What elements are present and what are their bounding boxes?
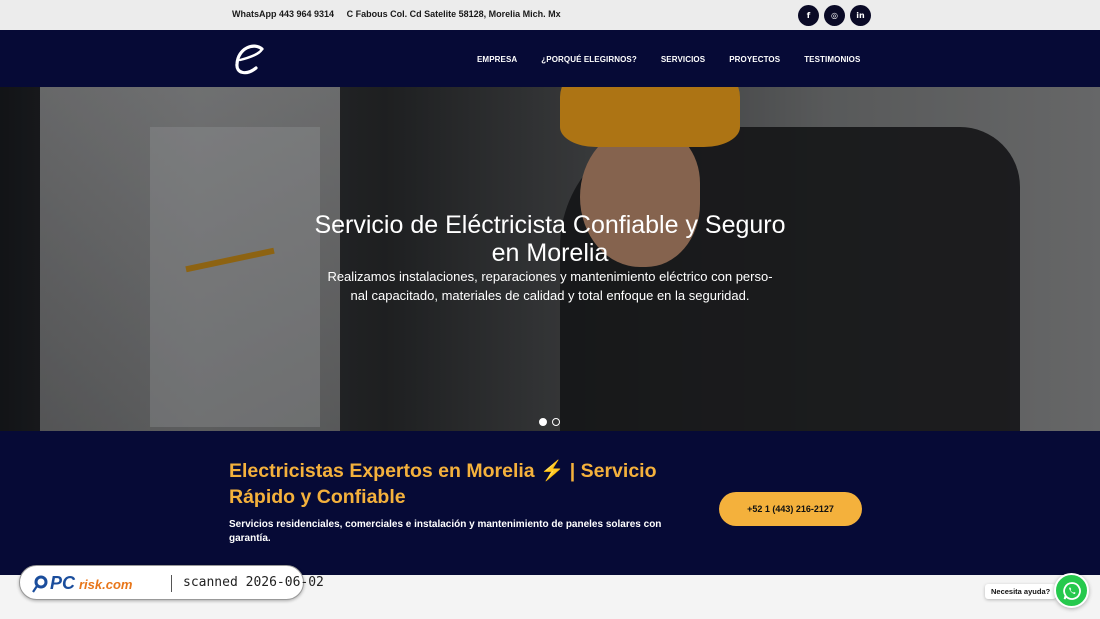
social-links: f ◎ in: [798, 5, 871, 26]
phone-call-button[interactable]: +52 1 (443) 216-2127: [719, 492, 862, 526]
top-bar: WhatsApp 443 964 9314 C Fabous Col. Cd S…: [0, 0, 1100, 30]
main-header: EMPRESA ¿PORQUÉ ELEGIRNOS? SERVICIOS PRO…: [0, 30, 1100, 87]
nav-servicios[interactable]: SERVICIOS: [661, 55, 705, 64]
nav-testimonios[interactable]: TESTIMONIOS: [804, 55, 860, 64]
cta-description: Servicios residenciales, comerciales e i…: [229, 519, 662, 544]
whatsapp-chat-button[interactable]: [1054, 573, 1089, 608]
pcrisk-watermark: PC risk.com scanned 2026-06-02: [19, 565, 324, 600]
svg-text:risk.com: risk.com: [79, 577, 133, 592]
scan-date: scanned 2026-06-02: [183, 575, 324, 590]
linkedin-icon[interactable]: in: [850, 5, 871, 26]
main-nav: EMPRESA ¿PORQUÉ ELEGIRNOS? SERVICIOS PRO…: [477, 55, 860, 64]
pcrisk-logo: PC risk.com: [32, 573, 133, 593]
instagram-icon[interactable]: ◎: [824, 5, 845, 26]
address: C Fabous Col. Cd Satelite 58128, Morelia…: [346, 9, 561, 19]
svg-text:PC: PC: [50, 573, 76, 593]
whatsapp-number[interactable]: WhatsApp 443 964 9314: [232, 9, 334, 19]
hero-title: Servicio de Eléctricista Confiable y Seg…: [314, 211, 786, 267]
nav-porque-elegirnos[interactable]: ¿PORQUÉ ELEGIRNOS?: [541, 55, 637, 64]
cta-heading: Electricistas Expertos en Morelia ⚡ | Se…: [229, 460, 657, 508]
hero-slider: Servicio de Eléctricista Confiable y Seg…: [0, 87, 1100, 431]
cta-section: Electricistas Expertos en Morelia ⚡ | Se…: [0, 431, 1100, 575]
slider-dots: [539, 418, 560, 426]
whatsapp-icon: [1062, 581, 1081, 600]
contact-info: WhatsApp 443 964 9314 C Fabous Col. Cd S…: [232, 9, 561, 19]
logo[interactable]: [232, 40, 270, 78]
nav-empresa[interactable]: EMPRESA: [477, 55, 517, 64]
nav-proyectos[interactable]: PROYECTOS: [729, 55, 780, 64]
slider-dot-2[interactable]: [552, 418, 560, 426]
slider-dot-1[interactable]: [539, 418, 547, 426]
hero-subtitle: Realizamos instalaciones, reparaciones y…: [327, 269, 773, 303]
facebook-icon[interactable]: f: [798, 5, 819, 26]
help-tooltip[interactable]: Necesita ayuda?: [985, 584, 1057, 599]
watermark-divider: [171, 575, 172, 592]
